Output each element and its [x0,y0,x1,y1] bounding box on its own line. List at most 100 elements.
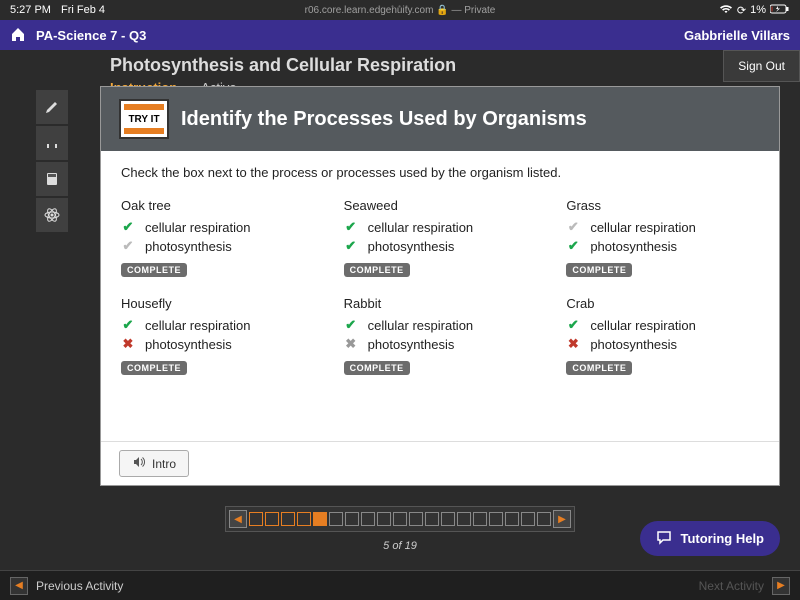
process-label: photosynthesis [145,337,232,352]
intro-button-label: Intro [152,457,176,471]
pager-prev-button[interactable]: ◀ [229,510,247,528]
lock-icon: 🔒 [436,5,448,16]
calculator-tool[interactable] [36,162,68,196]
process-option[interactable]: ✔ cellular respiration [344,317,537,333]
chevron-left-icon: ◀ [10,577,28,595]
atom-tool[interactable] [36,198,68,232]
pager-box[interactable] [505,512,519,526]
check-icon: ✔ [344,238,358,254]
organism-block: Crab ✔cellular respiration ✖photosynthesis… [566,296,759,376]
pager-box[interactable] [297,512,311,526]
complete-badge: COMPLETE [121,361,187,375]
process-option[interactable]: ✔photosynthesis [121,238,314,254]
process-label: photosynthesis [368,239,455,254]
pager-box[interactable] [489,512,503,526]
wifi-icon [719,4,733,17]
user-menu: Sign Out [723,50,800,82]
check-icon: ✔ [566,219,580,235]
pager-box[interactable] [537,512,551,526]
intro-button[interactable]: Intro [119,450,189,477]
status-time: 5:27 PM [10,4,51,16]
process-option[interactable]: ✔cellular respiration [566,317,759,333]
organism-block: Grass✔cellular respiration✔photosynthesi… [566,198,759,278]
user-name[interactable]: Gabbrielle Villars [684,28,790,43]
check-icon: ✔ [121,219,135,235]
pager-box[interactable] [329,512,343,526]
pager-box[interactable] [361,512,375,526]
process-option[interactable]: ✔ photosynthesis [344,238,537,254]
pager-box[interactable] [521,512,535,526]
pager-box[interactable] [345,512,359,526]
previous-activity-button[interactable]: ◀ Previous Activity [10,577,123,595]
check-icon: ✔ [344,317,358,333]
process-label: cellular respiration [368,220,474,235]
pager-box[interactable] [265,512,279,526]
process-option[interactable]: ✖ photosynthesis [344,336,537,352]
process-label: cellular respiration [145,318,251,333]
check-icon: ✔ [344,219,358,235]
activity-card: TRY IT Identify the Processes Used by Or… [100,86,780,486]
x-icon: ✖ [121,336,135,352]
complete-badge: COMPLETE [566,263,632,277]
home-icon[interactable] [10,26,26,45]
chevron-right-icon: ▶ [772,577,790,595]
pager-box[interactable] [457,512,471,526]
check-icon: ✔ [121,238,135,254]
organism-name: Rabbit [344,296,537,311]
pager-box[interactable] [425,512,439,526]
battery-percent: 1% [750,4,766,16]
try-it-badge-label: TRY IT [127,114,160,125]
tutoring-help-button[interactable]: Tutoring Help [640,521,780,556]
pager-box[interactable] [441,512,455,526]
pager-box[interactable] [281,512,295,526]
complete-badge: COMPLETE [344,263,410,277]
app-header: PA-Science 7 - Q3 Gabbrielle Villars [0,20,800,50]
check-icon: ✔ [566,238,580,254]
pager-next-button[interactable]: ▶ [553,510,571,528]
course-title: PA-Science 7 - Q3 [36,28,146,43]
try-it-badge-icon: TRY IT [119,99,169,139]
process-option[interactable]: ✔ cellular respiration [121,317,314,333]
process-label: photosynthesis [368,337,455,352]
complete-badge: COMPLETE [566,361,632,375]
status-date: Fri Feb 4 [61,4,105,16]
next-activity-button[interactable]: Next Activity ▶ [699,577,790,595]
x-icon: ✖ [344,336,358,352]
pager-box[interactable] [249,512,263,526]
process-label: photosynthesis [590,239,677,254]
pager-box[interactable] [377,512,391,526]
organism-block: Rabbit ✔ cellular respiration ✖ photosynthes… [344,296,537,376]
lesson-title: Photosynthesis and Cellular Respiration [110,55,456,76]
pager-box[interactable] [393,512,407,526]
organism-name: Oak tree [121,198,314,213]
process-label: cellular respiration [590,220,696,235]
process-option[interactable]: ✔cellular respiration [121,219,314,235]
check-icon: ✔ [121,317,135,333]
speaker-icon [132,455,146,472]
organism-name: Crab [566,296,759,311]
process-option[interactable]: ✔ cellular respiration [344,219,537,235]
pager-box[interactable] [313,512,327,526]
process-option[interactable]: ✔ cellular respiration [566,219,759,235]
headphones-tool[interactable] [36,126,68,160]
organism-block: Seaweed ✔ cellular respiration ✔ photosynthe… [344,198,537,278]
status-url: r06.core.learn.edgenuity.com [305,5,434,16]
card-header: TRY IT Identify the Processes Used by Or… [101,87,779,151]
bottom-nav: ◀ Previous Activity Next Activity ▶ [0,570,800,600]
process-option[interactable]: ✖photosynthesis [566,336,759,352]
chat-icon [656,529,672,548]
side-toolbar [36,90,68,232]
process-option[interactable]: ✖ photosynthesis [121,336,314,352]
orientation-lock-icon: ⟳ [737,4,746,17]
organism-name: Seaweed [344,198,537,213]
complete-badge: COMPLETE [121,263,187,277]
organism-name: Housefly [121,296,314,311]
pencil-tool[interactable] [36,90,68,124]
process-label: cellular respiration [368,318,474,333]
previous-activity-label: Previous Activity [36,579,123,593]
process-option[interactable]: ✔ photosynthesis [566,238,759,254]
sign-out-link[interactable]: Sign Out [738,59,785,73]
pager-box[interactable] [409,512,423,526]
pager-box[interactable] [473,512,487,526]
card-title: Identify the Processes Used by Organisms [181,108,587,131]
